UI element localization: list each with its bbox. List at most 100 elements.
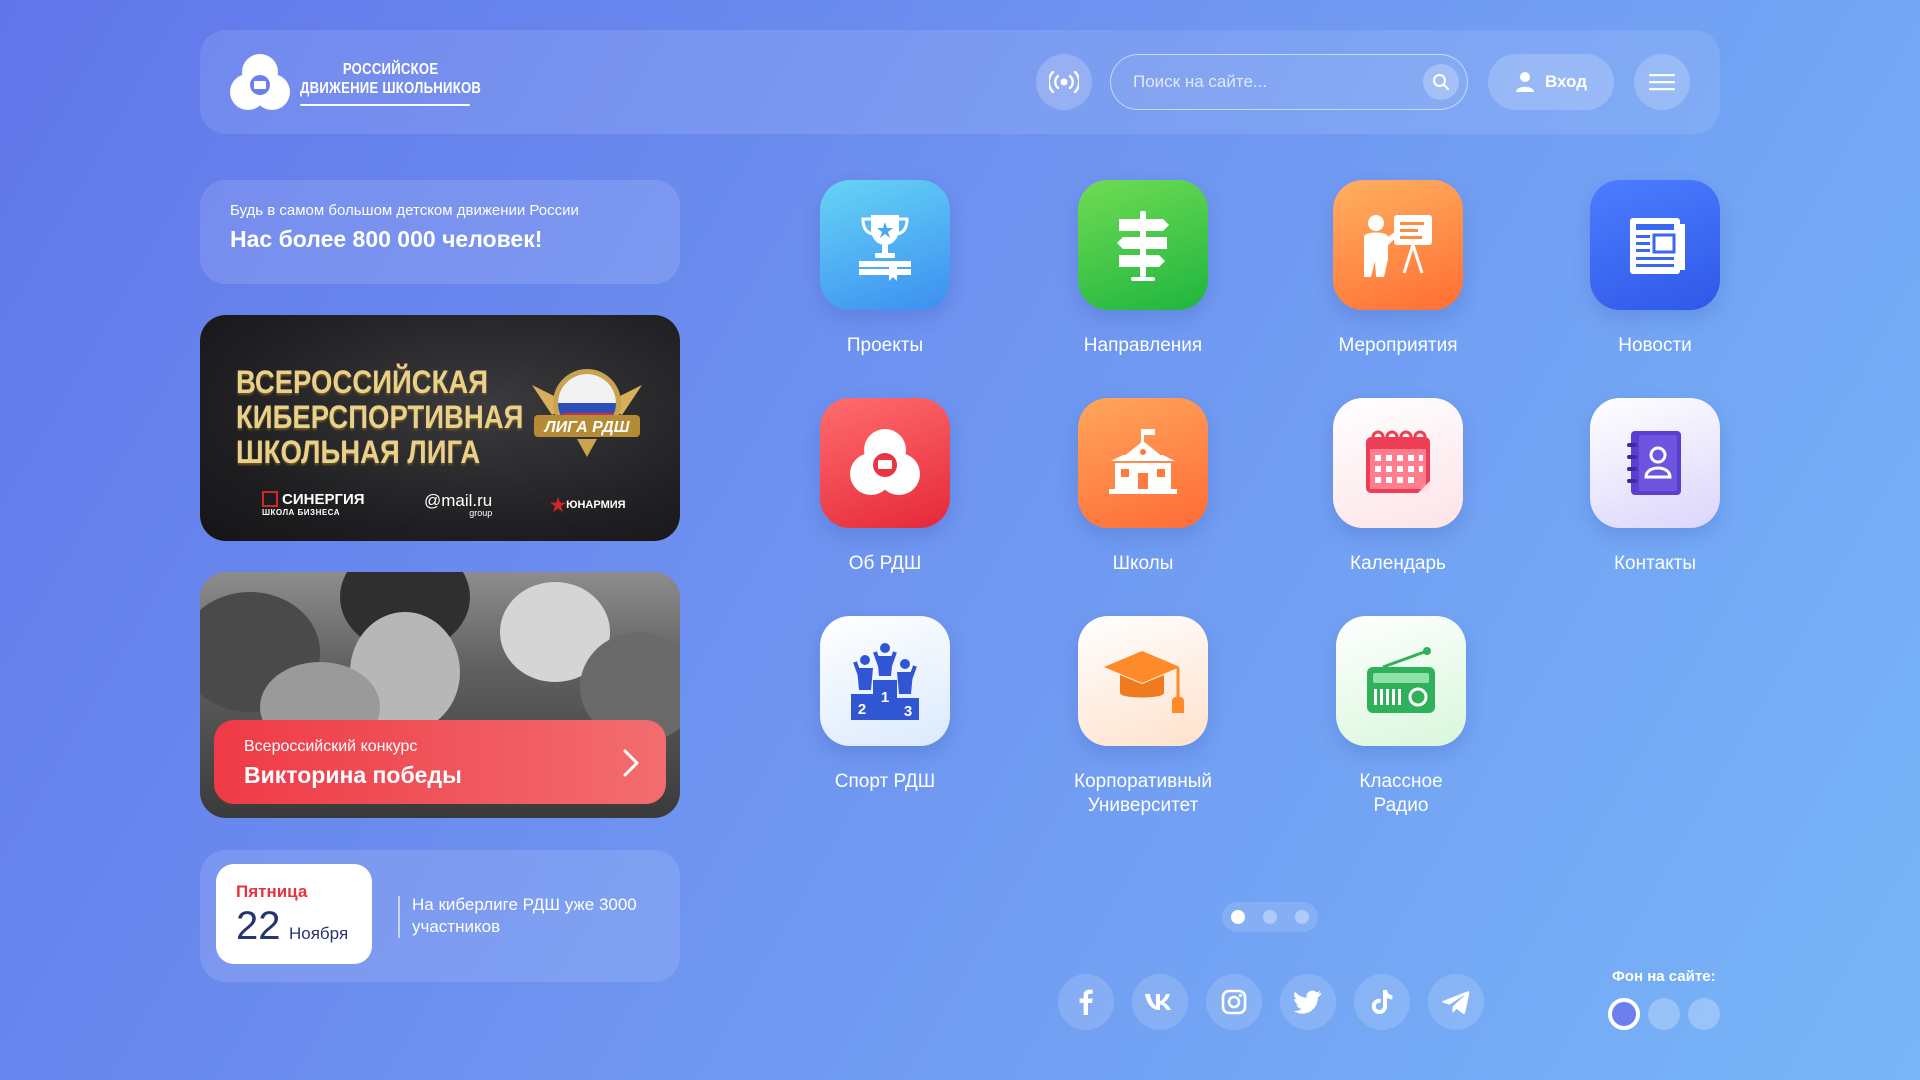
telegram-icon xyxy=(1442,991,1470,1014)
tile-calendar-label: Календарь xyxy=(1350,553,1446,574)
intro-card: Будь в самом большом детском движении Ро… xyxy=(200,180,680,284)
telegram-link[interactable] xyxy=(1428,974,1484,1030)
facebook-link[interactable] xyxy=(1058,974,1114,1030)
background-option-1[interactable] xyxy=(1608,998,1640,1030)
school-building-icon xyxy=(1109,429,1177,494)
search-input[interactable] xyxy=(1133,55,1403,108)
tile-contacts-icon-bg xyxy=(1590,398,1720,528)
divider xyxy=(398,896,400,938)
esports-league-banner[interactable]: ВСЕРОССИЙСКАЯ КИБЕРСПОРТИВНАЯ ШКОЛЬНАЯ Л… xyxy=(200,315,680,541)
logo-line-2: ДВИЖЕНИЕ ШКОЛЬНИКОВ xyxy=(300,80,482,97)
search-box xyxy=(1110,54,1468,110)
pagination-dot-3[interactable] xyxy=(1295,910,1309,924)
tile-university-icon-bg xyxy=(1078,616,1208,746)
menu-button[interactable] xyxy=(1634,54,1690,110)
logo-underline xyxy=(300,104,470,106)
sponsor-synergy: СИНЕРГИЯ ШКОЛА БИЗНЕСА xyxy=(262,491,365,517)
pagination-dot-1[interactable] xyxy=(1231,910,1245,924)
social-links xyxy=(1058,974,1484,1030)
radio-icon xyxy=(1367,647,1435,713)
instagram-link[interactable] xyxy=(1206,974,1262,1030)
tile-university-label: Корпоративный Университет xyxy=(1043,770,1243,818)
date-news-text: На киберлиге РДШ уже 3000 участников xyxy=(412,895,637,936)
tile-corporate-university[interactable]: Корпоративный Университет xyxy=(1043,616,1243,818)
tile-news-icon-bg xyxy=(1590,180,1720,310)
victory-quiz-bar[interactable]: Всероссийский конкурс Викторина победы xyxy=(214,720,666,804)
tile-projects-label: Проекты xyxy=(846,335,924,356)
pagination xyxy=(1222,902,1318,932)
date-day: 22 xyxy=(236,904,281,948)
rdsh-logo[interactable]: РОССИЙСКОЕ ДВИЖЕНИЕ ШКОЛЬНИКОВ xyxy=(228,52,481,114)
victory-subtitle: Всероссийский конкурс xyxy=(244,738,418,755)
tile-news[interactable]: Новости xyxy=(1555,180,1755,358)
sponsor-yunarmia-name: ЮНАРМИЯ xyxy=(566,499,626,511)
logo-text: РОССИЙСКОЕ ДВИЖЕНИЕ ШКОЛЬНИКОВ xyxy=(300,60,481,98)
tile-schools-label: Школы xyxy=(1112,553,1174,574)
search-icon xyxy=(1433,74,1450,91)
star-icon: ★ xyxy=(550,495,567,515)
twitter-link[interactable] xyxy=(1280,974,1336,1030)
tile-radio-label-line-1: Классное xyxy=(1359,771,1443,792)
podium-icon: 1 2 3 xyxy=(851,643,919,720)
sponsor-synergy-name: СИНЕРГИЯ xyxy=(282,491,365,508)
date-month: Ноября xyxy=(289,924,349,943)
tile-directions-icon-bg xyxy=(1078,180,1208,310)
sponsor-mailru: @mail.ru group xyxy=(424,491,492,518)
calendar-icon xyxy=(1366,430,1430,493)
tiktok-link[interactable] xyxy=(1354,974,1410,1030)
tile-directions[interactable]: Направления xyxy=(1043,180,1243,358)
radio-broadcast-button[interactable] xyxy=(1036,54,1092,110)
instagram-icon xyxy=(1221,989,1247,1015)
tile-calendar-icon-bg xyxy=(1333,398,1463,528)
rdsh-logo-icon xyxy=(850,429,920,495)
tile-schools-icon-bg xyxy=(1078,398,1208,528)
tile-projects[interactable]: Проекты xyxy=(785,180,985,358)
logo-mark-icon xyxy=(230,54,290,110)
tile-university-label-line-1: Корпоративный xyxy=(1074,771,1212,792)
twitter-icon xyxy=(1294,990,1321,1014)
tile-sport-label: Спорт РДШ xyxy=(834,771,936,792)
date-weekday: Пятница xyxy=(236,882,308,901)
svg-text:2: 2 xyxy=(858,701,866,718)
sponsors-row: СИНЕРГИЯ ШКОЛА БИЗНЕСА @mail.ru group ★Ю… xyxy=(262,491,642,523)
victory-quiz-card[interactable]: Всероссийский конкурс Викторина победы xyxy=(200,572,680,818)
tile-directions-label: Направления xyxy=(1083,335,1203,356)
contacts-book-icon xyxy=(1627,431,1681,495)
date-box: Пятница 22 Ноября xyxy=(216,864,372,964)
pagination-dot-2[interactable] xyxy=(1263,910,1277,924)
background-chooser-label: Фон на сайте: xyxy=(1612,968,1716,985)
banner-title-line-3: ШКОЛЬНАЯ ЛИГА xyxy=(236,434,481,470)
intro-headline: Нас более 800 000 человек! xyxy=(230,226,543,252)
banner-title-line-1: ВСЕРОССИЙСКАЯ xyxy=(236,364,489,400)
tile-radio-label: Классное Радио xyxy=(1301,770,1501,818)
liga-rdsh-badge-icon: ЛИГА РДШ xyxy=(532,369,642,457)
presentation-icon xyxy=(1364,215,1432,277)
tile-about[interactable]: Об РДШ xyxy=(785,398,985,576)
intro-subtitle: Будь в самом большом детском движении Ро… xyxy=(230,202,579,219)
victory-title: Викторина победы xyxy=(244,762,462,788)
vk-link[interactable] xyxy=(1132,974,1188,1030)
tile-contacts[interactable]: Контакты xyxy=(1555,398,1755,576)
tile-sport[interactable]: 1 2 3 Спорт РДШ xyxy=(785,616,985,794)
hamburger-menu-icon xyxy=(1649,74,1675,91)
tiktok-icon xyxy=(1371,990,1393,1014)
site-header: РОССИЙСКОЕ ДВИЖЕНИЕ ШКОЛЬНИКОВ Вход xyxy=(200,30,1720,134)
search-button[interactable] xyxy=(1423,64,1459,100)
radio-broadcast-icon xyxy=(1049,71,1079,93)
tile-schools[interactable]: Школы xyxy=(1043,398,1243,576)
background-chooser xyxy=(1608,998,1720,1030)
login-button[interactable]: Вход xyxy=(1488,54,1614,110)
tile-contacts-label: Контакты xyxy=(1613,553,1697,574)
newspaper-icon xyxy=(1630,218,1685,274)
background-option-3[interactable] xyxy=(1688,998,1720,1030)
tile-events-icon-bg xyxy=(1333,180,1463,310)
logo-line-1: РОССИЙСКОЕ xyxy=(342,61,439,78)
svg-text:3: 3 xyxy=(904,703,912,720)
tile-class-radio[interactable]: Классное Радио xyxy=(1301,616,1501,818)
tile-events-label: Мероприятия xyxy=(1338,335,1458,356)
tile-events[interactable]: Мероприятия xyxy=(1298,180,1498,358)
background-option-2[interactable] xyxy=(1648,998,1680,1030)
facebook-icon xyxy=(1079,989,1093,1015)
tile-calendar[interactable]: Календарь xyxy=(1298,398,1498,576)
date-news-card[interactable]: Пятница 22 Ноября На киберлиге РДШ уже 3… xyxy=(200,850,680,982)
